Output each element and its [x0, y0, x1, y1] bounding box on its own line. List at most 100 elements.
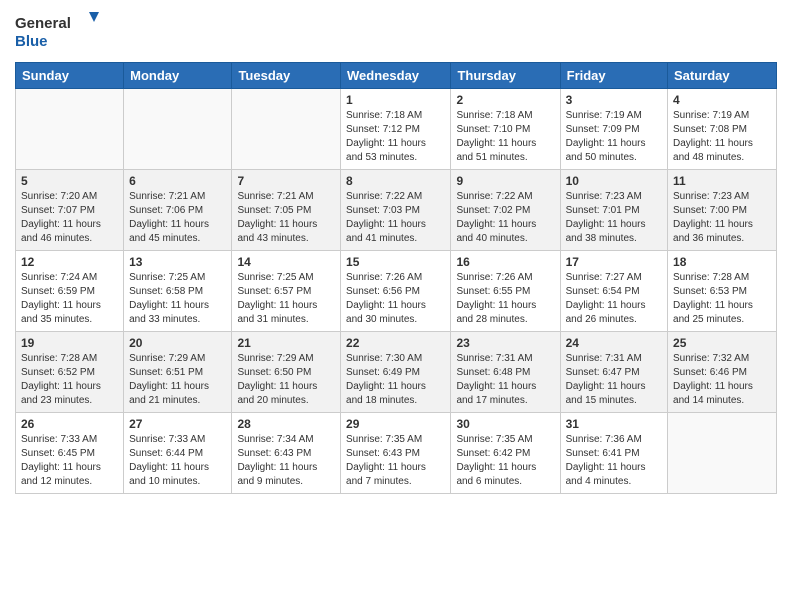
svg-text:Blue: Blue — [15, 33, 48, 50]
day-number: 31 — [566, 417, 662, 431]
day-number: 25 — [673, 336, 771, 350]
day-number: 18 — [673, 255, 771, 269]
day-info: Sunrise: 7:36 AM Sunset: 6:41 PM Dayligh… — [566, 433, 662, 489]
day-number: 28 — [237, 417, 335, 431]
logo-area: General Blue — [15, 10, 105, 52]
table-row: 9 Sunrise: 7:22 AM Sunset: 7:02 PM Daylig… — [451, 170, 560, 251]
day-info: Sunrise: 7:35 AM Sunset: 6:42 PM Dayligh… — [456, 433, 554, 489]
table-row — [16, 89, 124, 170]
table-row: 8 Sunrise: 7:22 AM Sunset: 7:03 PM Daylig… — [341, 170, 451, 251]
col-header-friday: Friday — [560, 63, 667, 89]
day-info: Sunrise: 7:27 AM Sunset: 6:54 PM Dayligh… — [566, 271, 662, 327]
day-info: Sunrise: 7:20 AM Sunset: 7:07 PM Dayligh… — [21, 190, 118, 246]
table-row: 16 Sunrise: 7:26 AM Sunset: 6:55 PM Dayli… — [451, 251, 560, 332]
table-row: 10Sunrise: 7:23 AM Sunset: 7:01 PM Dayli… — [560, 170, 667, 251]
day-info: Sunrise: 7:19 AM Sunset: 7:09 PM Dayligh… — [566, 109, 662, 165]
day-number: 12 — [21, 255, 118, 269]
logo-row: General Blue — [15, 10, 105, 52]
day-info: Sunrise: 7:29 AM Sunset: 6:51 PM Dayligh… — [129, 352, 226, 408]
table-row: 22 Sunrise: 7:30 AM Sunset: 6:49 PM Dayli… — [341, 332, 451, 413]
day-number: 6 — [129, 174, 226, 188]
table-row: 21 Sunrise: 7:29 AM Sunset: 6:50 PM Dayli… — [232, 332, 341, 413]
day-number: 22 — [346, 336, 445, 350]
week-row-4: 19 Sunrise: 7:28 AM Sunset: 6:52 PM Dayli… — [16, 332, 777, 413]
week-row-5: 26Sunrise: 7:33 AM Sunset: 6:45 PM Dayli… — [16, 413, 777, 494]
table-row: 1 Sunrise: 7:18 AM Sunset: 7:12 PM Daylig… — [341, 89, 451, 170]
day-number: 10 — [566, 174, 662, 188]
table-row: 6 Sunrise: 7:21 AM Sunset: 7:06 PM Daylig… — [124, 170, 232, 251]
table-row: 12 Sunrise: 7:24 AM Sunset: 6:59 PM Dayli… — [16, 251, 124, 332]
table-row — [232, 89, 341, 170]
day-number: 11 — [673, 174, 771, 188]
day-info: Sunrise: 7:30 AM Sunset: 6:49 PM Dayligh… — [346, 352, 445, 408]
day-info: Sunrise: 7:24 AM Sunset: 6:59 PM Dayligh… — [21, 271, 118, 327]
page: General Blue SundayMondayTuesdayWednesda… — [0, 0, 792, 509]
table-row: 27 Sunrise: 7:33 AM Sunset: 6:44 PM Dayli… — [124, 413, 232, 494]
col-header-tuesday: Tuesday — [232, 63, 341, 89]
day-info: Sunrise: 7:23 AM Sunset: 7:00 PM Dayligh… — [673, 190, 771, 246]
day-number: 7 — [237, 174, 335, 188]
table-row: 25 Sunrise: 7:32 AM Sunset: 6:46 PM Dayli… — [668, 332, 777, 413]
day-info: Sunrise: 7:26 AM Sunset: 6:56 PM Dayligh… — [346, 271, 445, 327]
day-info: Sunrise: 7:35 AM Sunset: 6:43 PM Dayligh… — [346, 433, 445, 489]
day-info: Sunrise: 7:28 AM Sunset: 6:52 PM Dayligh… — [21, 352, 118, 408]
day-number: 17 — [566, 255, 662, 269]
day-info: Sunrise: 7:25 AM Sunset: 6:57 PM Dayligh… — [237, 271, 335, 327]
day-info: Sunrise: 7:29 AM Sunset: 6:50 PM Dayligh… — [237, 352, 335, 408]
day-number: 19 — [21, 336, 118, 350]
day-number: 8 — [346, 174, 445, 188]
calendar-header-row: SundayMondayTuesdayWednesdayThursdayFrid… — [16, 63, 777, 89]
day-number: 29 — [346, 417, 445, 431]
day-number: 13 — [129, 255, 226, 269]
day-number: 1 — [346, 93, 445, 107]
day-number: 2 — [456, 93, 554, 107]
calendar-table: SundayMondayTuesdayWednesdayThursdayFrid… — [15, 62, 777, 494]
day-info: Sunrise: 7:26 AM Sunset: 6:55 PM Dayligh… — [456, 271, 554, 327]
svg-text:General: General — [15, 15, 71, 32]
day-info: Sunrise: 7:25 AM Sunset: 6:58 PM Dayligh… — [129, 271, 226, 327]
table-row: 13 Sunrise: 7:25 AM Sunset: 6:58 PM Dayli… — [124, 251, 232, 332]
day-number: 5 — [21, 174, 118, 188]
table-row: 20 Sunrise: 7:29 AM Sunset: 6:51 PM Dayli… — [124, 332, 232, 413]
table-row: 19 Sunrise: 7:28 AM Sunset: 6:52 PM Dayli… — [16, 332, 124, 413]
table-row: 18 Sunrise: 7:28 AM Sunset: 6:53 PM Dayli… — [668, 251, 777, 332]
header: General Blue — [15, 10, 777, 52]
day-number: 4 — [673, 93, 771, 107]
day-info: Sunrise: 7:22 AM Sunset: 7:02 PM Dayligh… — [456, 190, 554, 246]
week-row-1: 1 Sunrise: 7:18 AM Sunset: 7:12 PM Daylig… — [16, 89, 777, 170]
week-row-3: 12 Sunrise: 7:24 AM Sunset: 6:59 PM Dayli… — [16, 251, 777, 332]
table-row: 23 Sunrise: 7:31 AM Sunset: 6:48 PM Dayli… — [451, 332, 560, 413]
day-number: 23 — [456, 336, 554, 350]
day-number: 16 — [456, 255, 554, 269]
table-row: 4 Sunrise: 7:19 AM Sunset: 7:08 PM Daylig… — [668, 89, 777, 170]
day-number: 24 — [566, 336, 662, 350]
table-row — [124, 89, 232, 170]
day-info: Sunrise: 7:18 AM Sunset: 7:12 PM Dayligh… — [346, 109, 445, 165]
day-info: Sunrise: 7:33 AM Sunset: 6:45 PM Dayligh… — [21, 433, 118, 489]
table-row: 7 Sunrise: 7:21 AM Sunset: 7:05 PM Daylig… — [232, 170, 341, 251]
day-info: Sunrise: 7:21 AM Sunset: 7:05 PM Dayligh… — [237, 190, 335, 246]
day-number: 15 — [346, 255, 445, 269]
day-number: 27 — [129, 417, 226, 431]
table-row: 31 Sunrise: 7:36 AM Sunset: 6:41 PM Dayli… — [560, 413, 667, 494]
day-number: 21 — [237, 336, 335, 350]
day-info: Sunrise: 7:33 AM Sunset: 6:44 PM Dayligh… — [129, 433, 226, 489]
day-info: Sunrise: 7:32 AM Sunset: 6:46 PM Dayligh… — [673, 352, 771, 408]
table-row: 28Sunrise: 7:34 AM Sunset: 6:43 PM Dayli… — [232, 413, 341, 494]
day-info: Sunrise: 7:22 AM Sunset: 7:03 PM Dayligh… — [346, 190, 445, 246]
table-row: 29 Sunrise: 7:35 AM Sunset: 6:43 PM Dayli… — [341, 413, 451, 494]
day-info: Sunrise: 7:21 AM Sunset: 7:06 PM Dayligh… — [129, 190, 226, 246]
day-number: 9 — [456, 174, 554, 188]
table-row: 14Sunrise: 7:25 AM Sunset: 6:57 PM Dayli… — [232, 251, 341, 332]
day-info: Sunrise: 7:19 AM Sunset: 7:08 PM Dayligh… — [673, 109, 771, 165]
day-info: Sunrise: 7:28 AM Sunset: 6:53 PM Dayligh… — [673, 271, 771, 327]
table-row: 15 Sunrise: 7:26 AM Sunset: 6:56 PM Dayli… — [341, 251, 451, 332]
day-info: Sunrise: 7:18 AM Sunset: 7:10 PM Dayligh… — [456, 109, 554, 165]
day-number: 20 — [129, 336, 226, 350]
day-info: Sunrise: 7:31 AM Sunset: 6:48 PM Dayligh… — [456, 352, 554, 408]
table-row: 30Sunrise: 7:35 AM Sunset: 6:42 PM Dayli… — [451, 413, 560, 494]
table-row: 2 Sunrise: 7:18 AM Sunset: 7:10 PM Daylig… — [451, 89, 560, 170]
table-row: 3Sunrise: 7:19 AM Sunset: 7:09 PM Daylig… — [560, 89, 667, 170]
col-header-wednesday: Wednesday — [341, 63, 451, 89]
table-row: 26Sunrise: 7:33 AM Sunset: 6:45 PM Dayli… — [16, 413, 124, 494]
